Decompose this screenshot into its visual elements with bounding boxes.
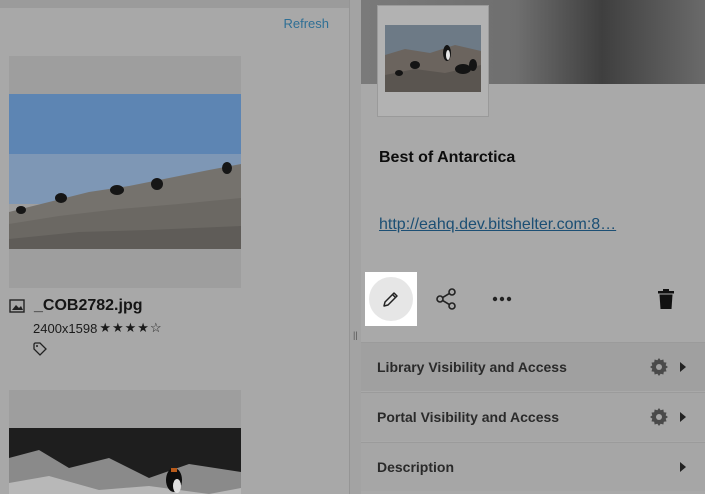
- image-icon: [9, 299, 25, 313]
- gear-icon[interactable]: [649, 357, 669, 377]
- file-name[interactable]: _COB2782.jpg: [34, 297, 142, 315]
- chevron-right-icon[interactable]: [679, 361, 687, 373]
- more-button[interactable]: [489, 286, 515, 312]
- collection-detail-panel: Best of Antarctica http://eahq.dev.bitsh…: [361, 0, 705, 494]
- top-bar: [0, 0, 349, 8]
- section-label: Description: [377, 459, 455, 475]
- section-label: Library Visibility and Access: [377, 359, 567, 375]
- collection-cover: [377, 5, 489, 117]
- penguin-photo: [9, 94, 241, 249]
- section-description[interactable]: Description: [361, 442, 705, 491]
- section-portal-visibility[interactable]: Portal Visibility and Access: [361, 392, 705, 441]
- edit-button-circle[interactable]: [369, 277, 413, 321]
- refresh-link[interactable]: Refresh: [283, 16, 329, 31]
- delete-button[interactable]: [653, 286, 679, 312]
- asset-meta: 2400x1598 ★★★★☆: [33, 320, 163, 336]
- section-library-visibility[interactable]: Library Visibility and Access: [361, 342, 705, 391]
- asset-dimensions: 2400x1598: [33, 320, 98, 336]
- chevron-right-icon[interactable]: [679, 411, 687, 423]
- asset-grid-panel: Refresh _COB2782.jpg 2400x1598 ★★★★☆: [0, 0, 349, 494]
- penguin-photo: [385, 25, 481, 92]
- collection-title: Best of Antarctica: [379, 149, 516, 166]
- splitter-grip-icon[interactable]: ||: [353, 330, 358, 340]
- trash-icon: [658, 289, 674, 309]
- more-horizontal-icon: [492, 296, 512, 302]
- chevron-right-icon[interactable]: [679, 461, 687, 473]
- penguin-photo: [9, 428, 241, 494]
- share-button[interactable]: [433, 286, 459, 312]
- gear-icon[interactable]: [649, 407, 669, 427]
- asset-info: _COB2782.jpg: [9, 297, 142, 315]
- pencil-icon: [383, 292, 398, 307]
- tag-icon[interactable]: [33, 342, 47, 356]
- section-label: Portal Visibility and Access: [377, 409, 560, 425]
- action-toolbar: [361, 272, 705, 326]
- share-icon: [436, 288, 456, 310]
- collection-url-link[interactable]: http://eahq.dev.bitshelter.com:8…: [379, 216, 629, 234]
- star-rating[interactable]: ★★★★☆: [99, 320, 162, 336]
- asset-thumbnail[interactable]: [9, 390, 241, 494]
- edit-button[interactable]: [365, 272, 417, 326]
- asset-thumbnail[interactable]: [9, 56, 241, 288]
